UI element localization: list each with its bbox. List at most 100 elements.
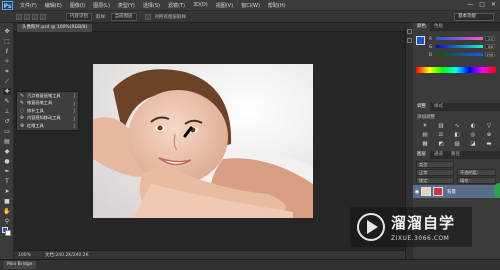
layer-kind-filter[interactable]: 类型 — [416, 161, 454, 168]
flyout-item-spot-healing[interactable]: ✎ 污点修复画笔工具 J — [17, 92, 78, 100]
watermark-title: 溜溜自学 — [391, 214, 456, 232]
fill-field[interactable]: 填充: — [457, 177, 496, 184]
vibrance-icon[interactable]: ▽ — [481, 123, 497, 129]
menu-image[interactable]: 图像(I) — [66, 2, 89, 9]
type-icon[interactable]: T — [3, 178, 11, 185]
healing-brush-icon: ✎ — [19, 100, 25, 107]
menu-edit[interactable]: 编辑(E) — [41, 2, 66, 9]
tab-styles[interactable]: 样式 — [430, 103, 447, 111]
workspace-select[interactable]: 基本功能 — [454, 13, 494, 21]
exposure-icon[interactable]: ◐ — [465, 123, 481, 129]
color-spectrum[interactable] — [416, 67, 496, 73]
menu-select[interactable]: 选择(S) — [139, 2, 164, 9]
lookup-icon[interactable]: ▦ — [417, 141, 433, 147]
flyout-item-red-eye[interactable]: ⊕ 红眼工具 J — [17, 122, 78, 130]
opacity-field[interactable]: 不透明度: — [457, 169, 496, 176]
hand-icon[interactable]: ✋ — [3, 208, 11, 215]
close-button[interactable]: ✕ — [491, 1, 496, 8]
flyout-item-content-aware-move[interactable]: ✣ 内容感知移动工具 J — [17, 115, 78, 123]
menu-view[interactable]: 视图(V) — [212, 2, 237, 9]
color-panel-foreground[interactable] — [416, 36, 425, 45]
red-value[interactable]: 22 — [485, 35, 495, 41]
flyout-item-patch[interactable]: ◌ 修补工具 J — [17, 107, 78, 115]
red-eye-icon: ⊕ — [19, 122, 25, 129]
menu-type[interactable]: 类型(Y) — [114, 2, 139, 9]
side-tab-button[interactable] — [494, 183, 500, 198]
menu-window[interactable]: 窗口(W) — [237, 2, 264, 9]
blue-value[interactable]: 196 — [485, 51, 495, 57]
mini-bridge-bar: Mini Bridge — [0, 259, 500, 270]
blur-icon[interactable]: ◆ — [3, 148, 11, 155]
history-panel-icon[interactable] — [407, 29, 412, 34]
tool-preset-button[interactable] — [16, 13, 22, 20]
bw-icon[interactable]: ◧ — [449, 132, 465, 138]
eye-icon[interactable]: ◉ — [413, 189, 421, 195]
brush-preset-button[interactable] — [24, 13, 30, 20]
layer-row-background[interactable]: ◉ 背景 — [413, 185, 500, 198]
balance-icon[interactable]: ⚖ — [433, 132, 449, 138]
hue-icon[interactable]: ▤ — [417, 132, 433, 138]
photo-filter-icon[interactable]: ◎ — [465, 132, 481, 138]
green-slider[interactable]: G 86 — [429, 43, 495, 49]
flyout-item-healing-brush[interactable]: ✎ 修复画笔工具 J — [17, 100, 78, 108]
threshold-icon[interactable]: ◪ — [465, 141, 481, 147]
shape-icon[interactable]: ■ — [3, 198, 11, 205]
healing-brush-icon[interactable]: ✚ — [3, 88, 11, 95]
zoom-level[interactable]: 100% — [18, 253, 31, 258]
blend-mode-select[interactable]: 正常 — [416, 169, 454, 176]
gradient-icon[interactable]: ▤ — [3, 138, 11, 145]
posterize-icon[interactable]: ▨ — [449, 141, 465, 147]
red-slider[interactable]: R 22 — [429, 35, 495, 41]
new-selection-button[interactable] — [32, 13, 38, 20]
levels-icon[interactable]: ▥ — [433, 123, 449, 129]
add-selection-button[interactable] — [40, 13, 46, 20]
path-select-icon[interactable]: ➤ — [3, 188, 11, 195]
menu-layer[interactable]: 图层(L) — [89, 2, 114, 9]
menu-3d[interactable]: 3D(D) — [189, 2, 212, 8]
quick-select-icon[interactable]: ✧ — [3, 58, 11, 65]
play-logo-icon — [357, 213, 385, 241]
invert-icon[interactable]: ◩ — [433, 141, 449, 147]
tab-layers[interactable]: 图层 — [413, 151, 430, 159]
zoom-icon[interactable]: ⚲ — [3, 218, 11, 225]
gradient-map-icon[interactable]: ▬ — [481, 141, 497, 147]
marquee-icon[interactable]: ⬚ — [3, 38, 11, 45]
pen-icon[interactable]: ✒ — [3, 168, 11, 175]
history-brush-icon[interactable]: ↺ — [3, 118, 11, 125]
document-tab[interactable]: 头像照片.psd @ 100%(RGB/8) — [17, 24, 93, 32]
green-value[interactable]: 86 — [485, 43, 495, 49]
sample-select[interactable]: 当前图层 — [110, 12, 137, 21]
tab-channels[interactable]: 通道 — [430, 151, 447, 159]
brightness-icon[interactable]: ☀ — [417, 123, 433, 129]
content-aware-move-icon: ✣ — [19, 115, 25, 122]
mode-select[interactable]: 内容识别 — [66, 12, 92, 21]
eyedropper-icon[interactable]: ⟋ — [3, 78, 11, 85]
tab-paths[interactable]: 路径 — [447, 151, 464, 159]
menu-file[interactable]: 文件(F) — [16, 2, 41, 9]
layer-thumbnail — [421, 187, 431, 196]
crop-icon[interactable]: ⌗ — [3, 68, 11, 75]
minimize-button[interactable]: — — [467, 1, 473, 8]
background-color-swatch[interactable] — [5, 230, 11, 236]
curves-icon[interactable]: ∿ — [449, 123, 465, 129]
tab-swatches[interactable]: 色板 — [430, 23, 447, 31]
menu-filter[interactable]: 滤镜(T) — [164, 2, 189, 9]
brush-icon[interactable]: ✎ — [3, 98, 11, 105]
mini-bridge-tab[interactable]: Mini Bridge — [3, 261, 37, 269]
sample-all-checkbox[interactable] — [144, 13, 151, 20]
dodge-icon[interactable]: ● — [3, 158, 11, 165]
eraser-icon[interactable]: ▭ — [3, 128, 11, 135]
tab-adjustments[interactable]: 调整 — [413, 103, 430, 111]
layer-name[interactable]: 背景 — [447, 189, 456, 195]
portrait-photo[interactable] — [93, 64, 313, 218]
properties-panel-icon[interactable] — [407, 38, 412, 43]
clone-stamp-icon[interactable]: ⊥ — [3, 108, 11, 115]
mixer-icon[interactable]: ⊕ — [481, 132, 497, 138]
lasso-icon[interactable]: ℓ — [3, 48, 11, 55]
move-icon[interactable]: ✥ — [3, 28, 11, 35]
blue-slider[interactable]: B 196 — [429, 51, 495, 57]
maximize-button[interactable]: □ — [479, 1, 485, 8]
adjustments-panel-tabs: 调整 样式 — [413, 103, 500, 111]
menu-help[interactable]: 帮助(H) — [264, 2, 290, 9]
tab-color[interactable]: 颜色 — [413, 23, 430, 31]
